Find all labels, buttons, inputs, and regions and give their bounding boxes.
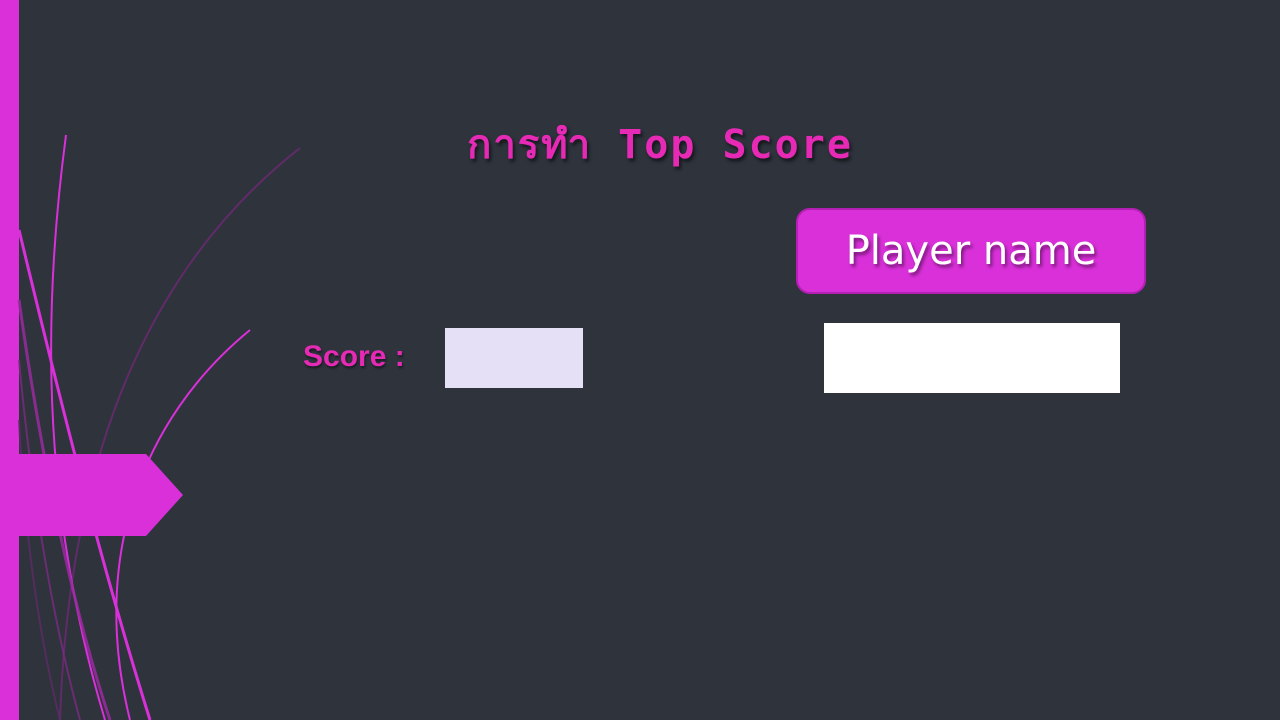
arrow-tab-decoration xyxy=(0,454,183,536)
score-display-box xyxy=(445,328,583,388)
decorative-curves xyxy=(17,134,301,720)
player-name-button-label: Player name xyxy=(845,228,1097,274)
score-label: Score : xyxy=(303,340,405,373)
player-name-input[interactable] xyxy=(824,323,1120,393)
page-title: การทำ Top Score xyxy=(467,122,853,168)
player-name-button[interactable]: Player name xyxy=(796,208,1146,294)
